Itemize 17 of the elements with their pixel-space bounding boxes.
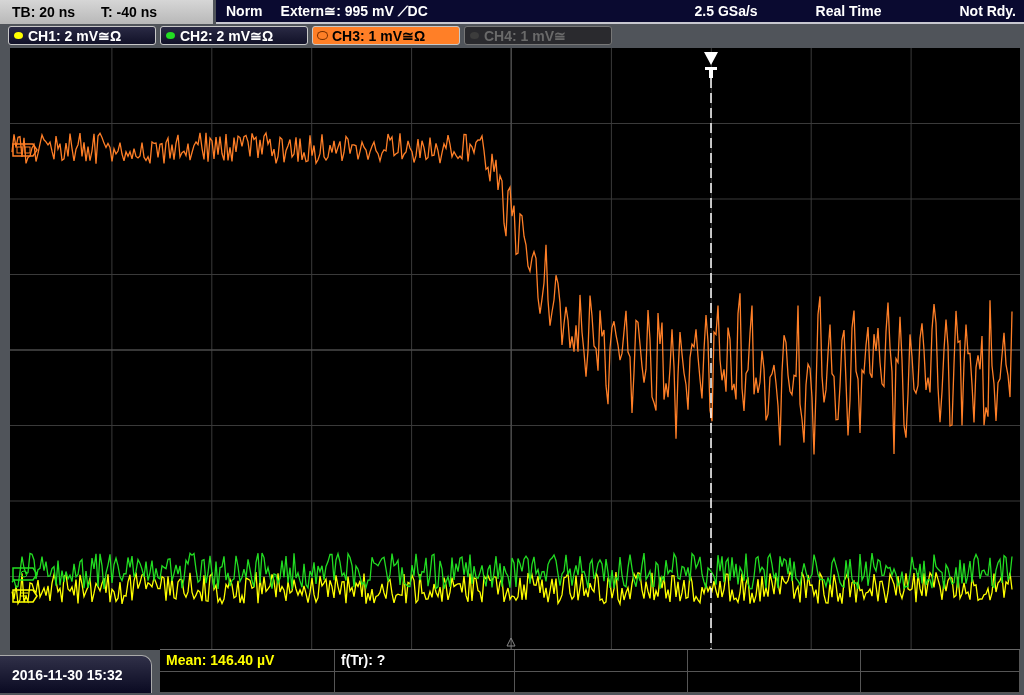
trigger-mode-label: Norm (226, 3, 263, 19)
measurement-value: f(Tr): ? (341, 652, 386, 669)
channel-tab[interactable]: CH3: 1 mV≅Ω (312, 26, 460, 45)
measurement-value: Mean: 146.40 µV (166, 652, 275, 669)
center-marker-icon (506, 637, 516, 647)
trigger-marker-icon[interactable] (704, 52, 718, 78)
trigger-source-label: Extern≅: 995 mV ⟋DC (280, 2, 428, 20)
date-time-label: 2016-11-30 15:32 (0, 655, 152, 693)
offset-marker-icon[interactable] (12, 567, 38, 581)
offset-marker-icon[interactable] (12, 143, 38, 157)
trigger-time-label: T: -40 ns (101, 4, 158, 20)
acquisition-mode-label: Real Time (815, 3, 882, 19)
sample-rate-label: 2.5 GSa/s (694, 3, 758, 19)
status-label: Not Rdy. (959, 3, 1016, 19)
channel-tab[interactable]: CH2: 2 mV≅Ω (160, 26, 308, 45)
channel-tab[interactable]: CH1: 2 mV≅Ω (8, 26, 156, 45)
timebase-label: TB: 20 ns (12, 4, 75, 20)
